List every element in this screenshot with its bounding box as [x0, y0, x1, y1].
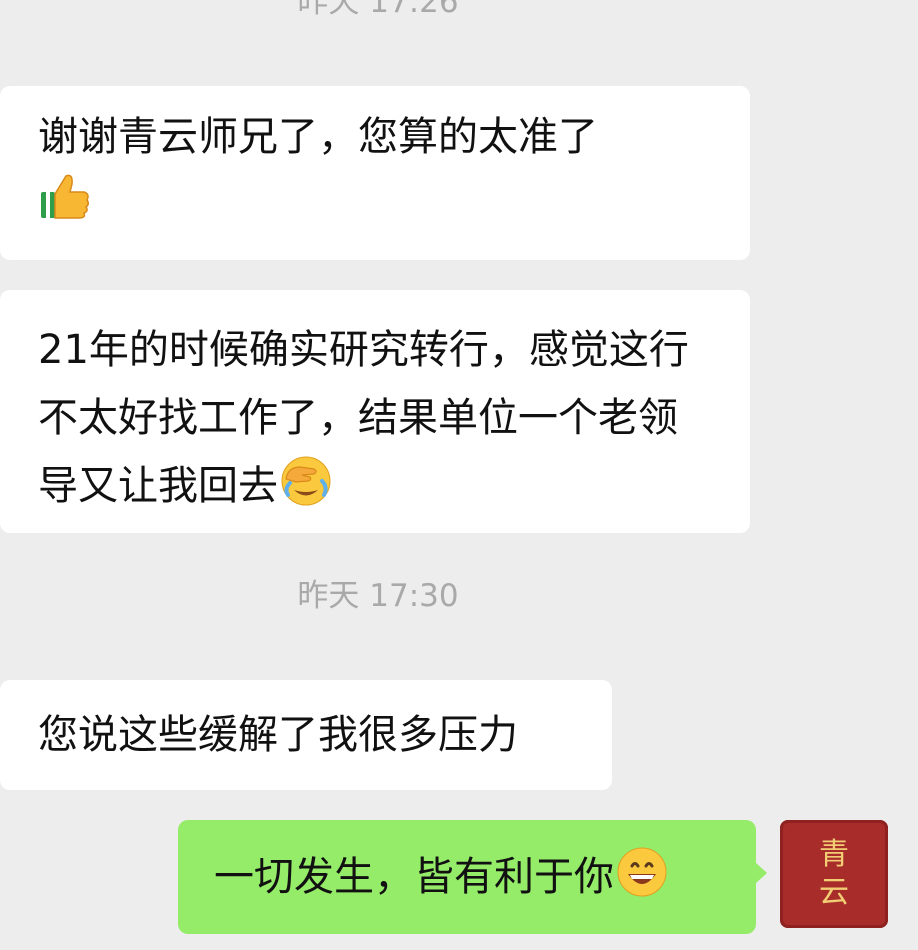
avatar-text: 青: [819, 837, 849, 872]
face-palm-icon: [280, 455, 332, 528]
avatar[interactable]: 青 云: [780, 820, 888, 928]
timestamp: 昨天 17:26: [297, 0, 459, 20]
timestamp: 昨天 17:30: [297, 578, 459, 614]
message-bubble[interactable]: 您说这些缓解了我很多压力: [0, 680, 612, 790]
thumbs-up-icon: [40, 170, 90, 238]
message-bubble[interactable]: 谢谢青云师兄了，您算的太准了: [0, 86, 750, 260]
grinning-face-icon: [616, 846, 668, 922]
message-bubble[interactable]: 21年的时候确实研究转行，感觉这行不太好找工作了，结果单位一个老领导又让我回去: [0, 290, 750, 533]
message-text: 您说这些缓解了我很多压力: [38, 712, 518, 758]
avatar-text: 云: [819, 875, 849, 910]
message-text: 谢谢青云师兄了，您算的太准了: [38, 114, 598, 160]
message-text: 21年的时候确实研究转行，感觉这行不太好找工作了，结果单位一个老领导又让我回去: [38, 327, 689, 509]
message-bubble-outgoing[interactable]: 一切发生，皆有利于你: [178, 820, 767, 934]
message-text: 一切发生，皆有利于你: [214, 854, 614, 900]
